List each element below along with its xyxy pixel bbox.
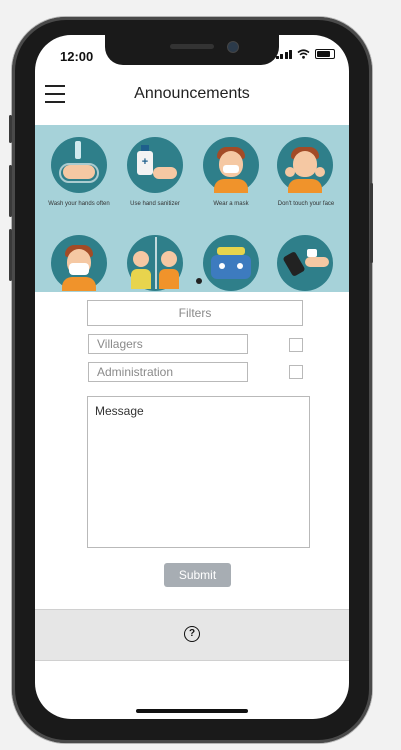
mute-switch xyxy=(9,115,12,143)
caption-use-sanitizer: Use hand sanitizer xyxy=(130,201,180,207)
caption-wear-mask: Wear a mask xyxy=(213,201,249,207)
footer-bar: ? xyxy=(35,609,349,661)
status-time: 12:00 xyxy=(60,49,94,64)
caption-dont-touch-face: Don't touch your face xyxy=(277,201,335,207)
villagers-field[interactable]: Villagers xyxy=(88,334,248,354)
hygiene-banner[interactable]: Wash your hands often + Use hand sanitiz… xyxy=(35,125,349,292)
wifi-icon xyxy=(297,49,310,59)
message-textarea[interactable]: Message xyxy=(87,396,310,548)
volume-up-button xyxy=(9,165,12,217)
status-icons xyxy=(275,49,335,59)
clean-phone-illustration xyxy=(277,235,333,291)
question-circle-icon[interactable]: ? xyxy=(184,626,200,642)
hand-washing-illustration xyxy=(51,137,107,193)
administration-field[interactable]: Administration xyxy=(88,362,248,382)
hand-sanitizer-illustration: + xyxy=(127,137,183,193)
power-button xyxy=(370,183,373,263)
caption-wash-hands: Wash your hands often xyxy=(48,201,110,207)
page-title: Announcements xyxy=(134,85,250,102)
administration-checkbox[interactable] xyxy=(289,365,303,379)
carousel-indicator-dot[interactable] xyxy=(196,278,202,284)
phone-screen: 12:00 Announcements Wash your hands ofte… xyxy=(35,35,349,719)
volume-down-button xyxy=(9,229,12,281)
notch xyxy=(105,35,279,65)
filters-field[interactable]: Filters xyxy=(87,300,303,326)
home-indicator[interactable] xyxy=(136,709,248,713)
villagers-checkbox[interactable] xyxy=(289,338,303,352)
sneeze-tissue-illustration xyxy=(51,235,107,291)
battery-icon xyxy=(315,49,335,59)
submit-button[interactable]: Submit xyxy=(164,563,231,587)
germs-illustration xyxy=(203,235,259,291)
app-header: Announcements xyxy=(35,75,349,125)
dont-touch-face-illustration xyxy=(277,137,333,193)
wear-mask-illustration xyxy=(203,137,259,193)
social-distance-illustration xyxy=(127,235,183,291)
speaker-grille xyxy=(170,44,214,49)
signal-icon xyxy=(275,49,292,59)
front-camera xyxy=(227,41,239,53)
